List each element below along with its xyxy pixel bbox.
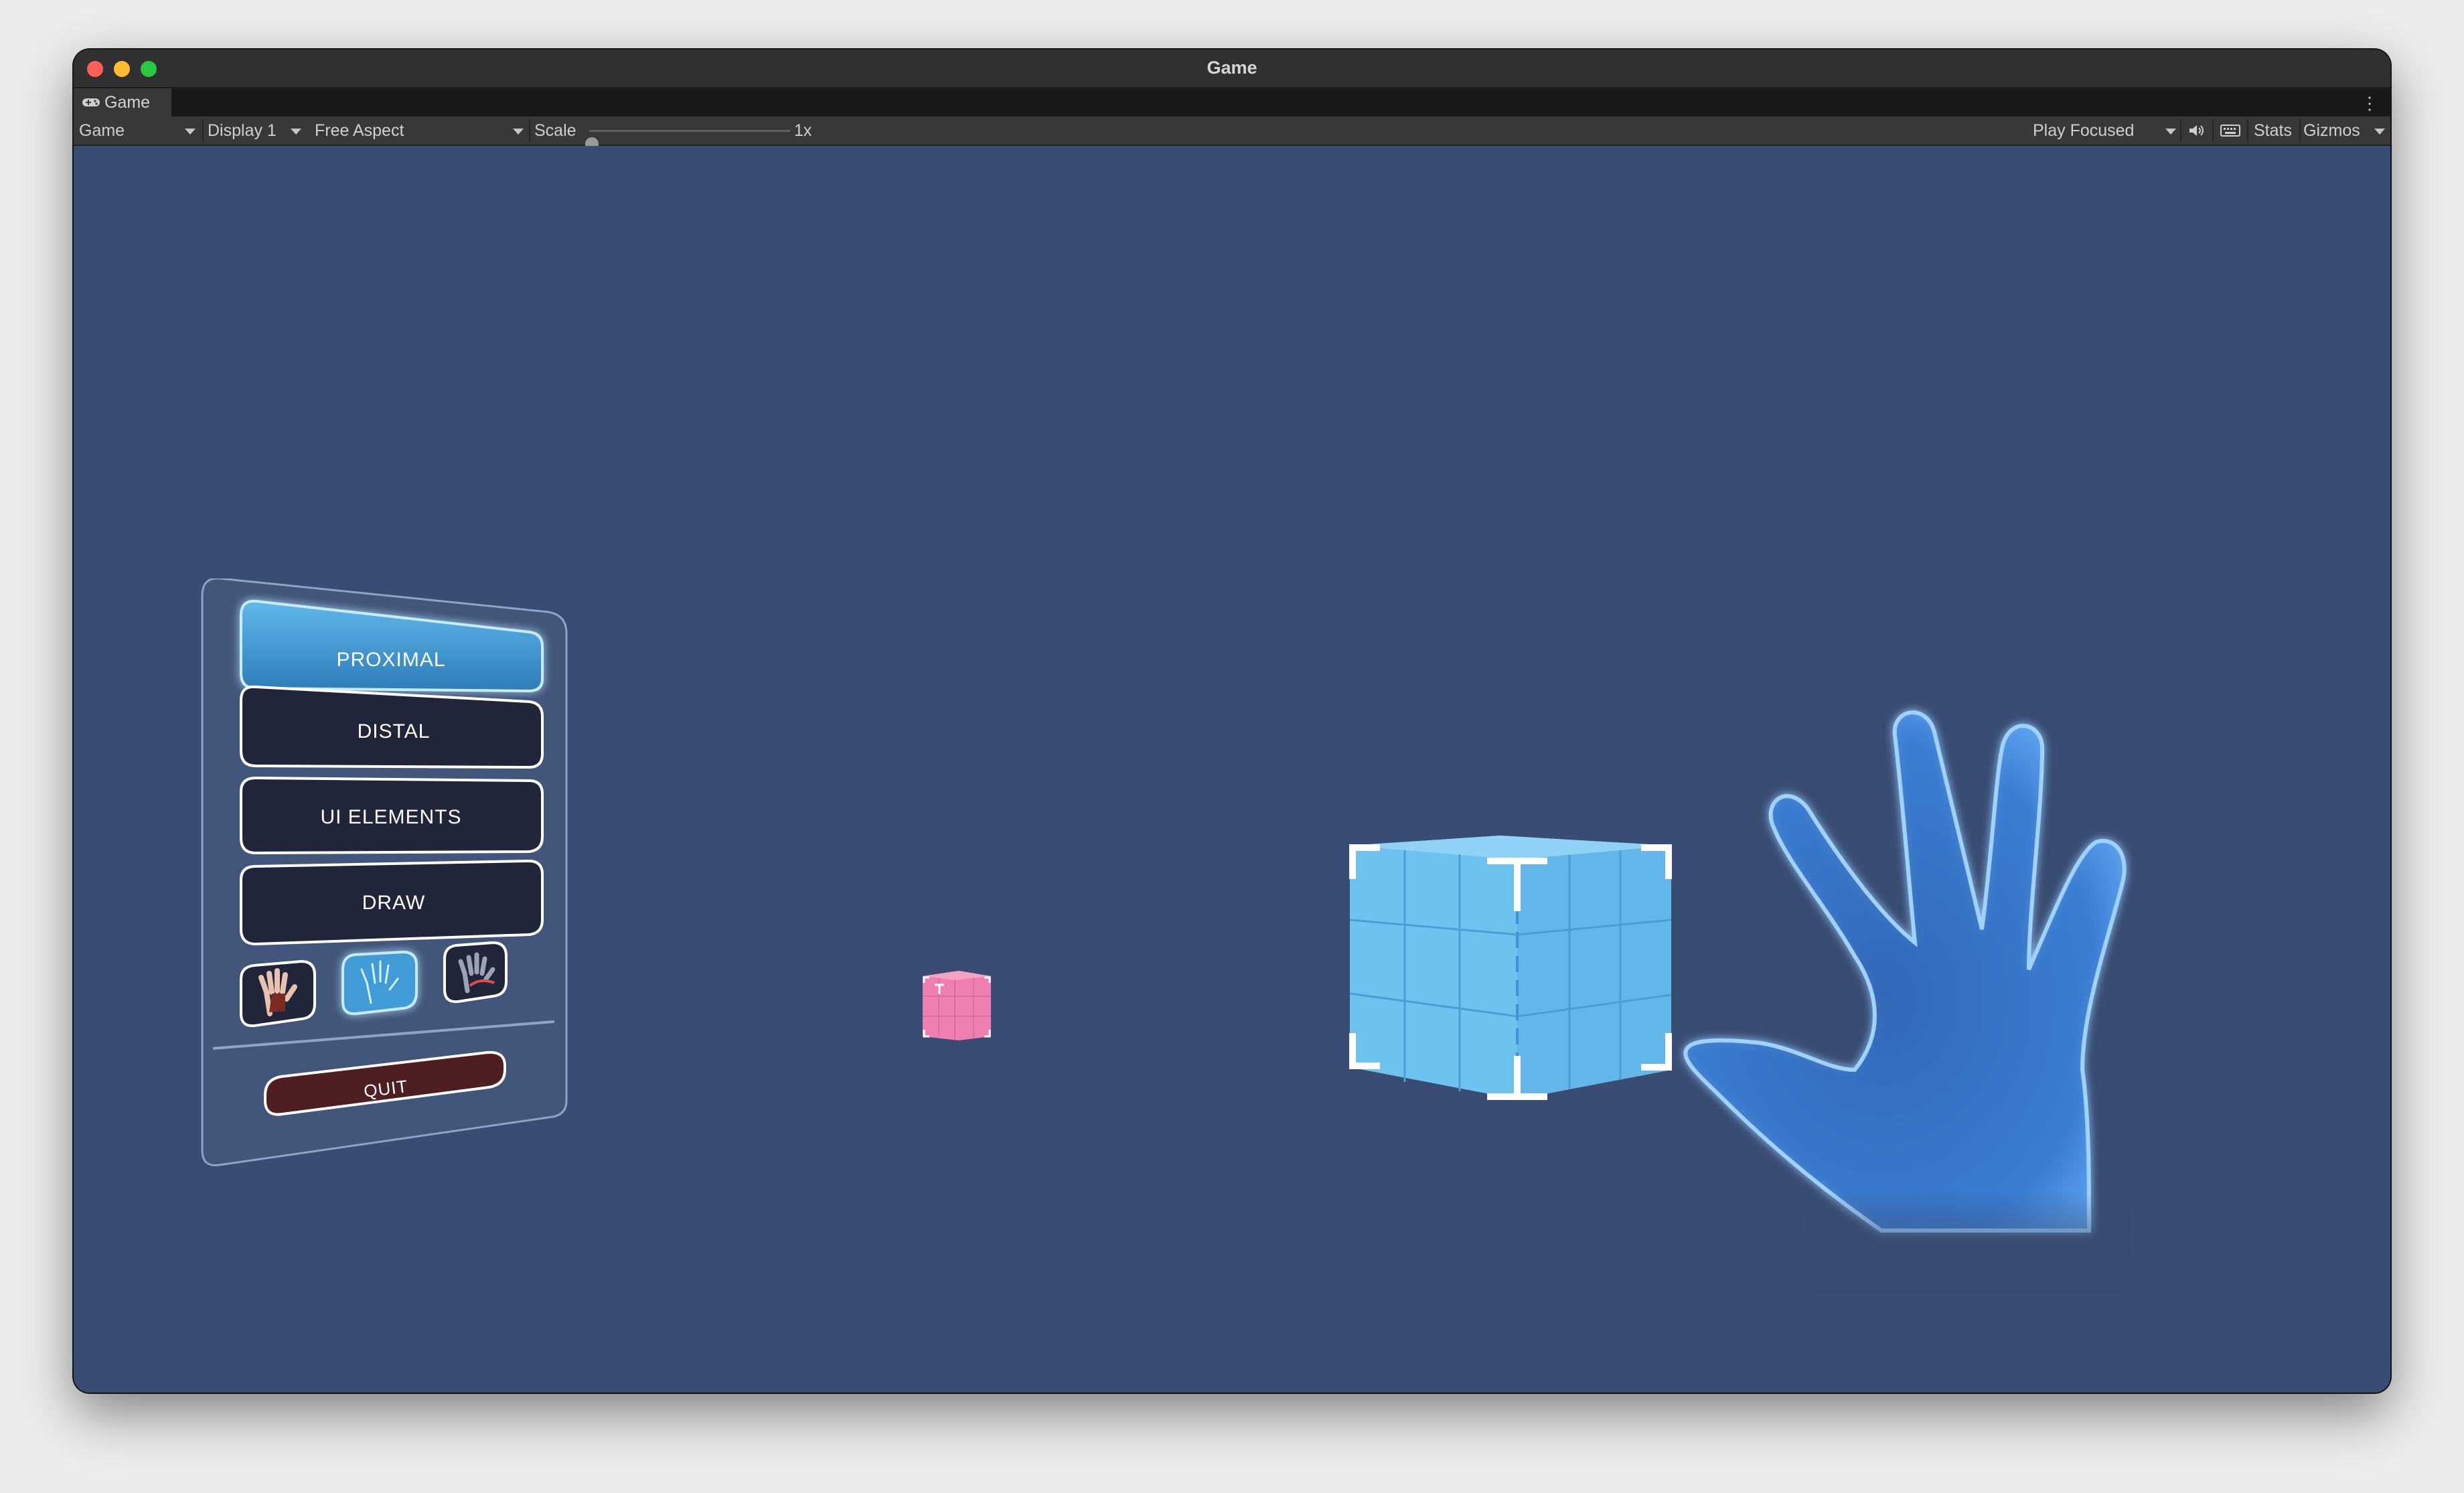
large-blue-cube[interactable]: [1349, 836, 1672, 1100]
scale-label: Scale: [534, 121, 576, 140]
hand-skeleton-toggle[interactable]: [240, 959, 316, 1028]
hand-hidden-toggle[interactable]: [443, 941, 508, 1004]
scale-value: 1x: [794, 121, 812, 140]
divider: [2212, 119, 2214, 142]
ui-elements-button[interactable]: UI ELEMENTS: [240, 776, 544, 855]
divider: [2299, 119, 2301, 142]
divider: [202, 119, 204, 142]
tab-bar: Game ⋮: [74, 88, 2390, 116]
more-options-icon[interactable]: ⋮: [2361, 94, 2378, 112]
view-select-value: Game: [79, 121, 125, 140]
gizmos-button[interactable]: Gizmos: [2303, 116, 2385, 145]
draw-button[interactable]: DRAW: [240, 859, 544, 946]
game-viewport[interactable]: PROXIMAL DISTAL UI ELEMENTS DRAW QUIT: [74, 146, 2390, 1393]
gamepad-icon: [82, 98, 100, 106]
game-window: Game Game ⋮ Game Display 1 Free Aspect S…: [74, 50, 2390, 1393]
hand-menu-panel: PROXIMAL DISTAL UI ELEMENTS DRAW QUIT: [200, 577, 569, 1168]
speaker-icon[interactable]: [2188, 124, 2206, 137]
small-pink-cube[interactable]: [923, 971, 991, 1040]
divider: [2247, 119, 2248, 142]
title-bar: Game: [74, 50, 2390, 88]
distal-button[interactable]: DISTAL: [240, 685, 544, 769]
window-title: Game: [1207, 58, 1257, 78]
tab-game[interactable]: Game: [74, 88, 171, 116]
scale-slider[interactable]: [585, 130, 790, 151]
chevron-down-icon: [291, 129, 301, 135]
game-toolbar: Game Display 1 Free Aspect Scale 1x Play…: [74, 116, 2390, 151]
hand-outline-toggle[interactable]: [341, 950, 418, 1016]
tab-game-label: Game: [104, 93, 151, 112]
play-mode-select-value: Play Focused: [2033, 121, 2135, 140]
chevron-down-icon: [2165, 129, 2176, 135]
divider: [2180, 119, 2181, 142]
proximal-button-label: PROXIMAL: [336, 649, 445, 671]
chevron-down-icon: [513, 129, 524, 135]
keyboard-icon[interactable]: [2220, 125, 2240, 137]
display-select[interactable]: Display 1: [208, 116, 305, 145]
chevron-down-icon: [185, 129, 196, 135]
draw-button-label: DRAW: [362, 892, 426, 914]
gizmos-label: Gizmos: [2303, 121, 2360, 140]
stats-button[interactable]: Stats: [2254, 116, 2292, 145]
play-mode-select[interactable]: Play Focused: [2033, 116, 2179, 145]
tracked-hand: [1683, 710, 2127, 1284]
aspect-select[interactable]: Free Aspect: [315, 116, 529, 145]
ui-elements-button-label: UI ELEMENTS: [320, 806, 461, 828]
display-select-value: Display 1: [208, 121, 277, 140]
chevron-down-icon: [2374, 129, 2385, 135]
divider: [529, 119, 530, 142]
distal-button-label: DISTAL: [358, 720, 431, 742]
aspect-select-value: Free Aspect: [315, 121, 404, 140]
view-select[interactable]: Game: [79, 116, 200, 145]
